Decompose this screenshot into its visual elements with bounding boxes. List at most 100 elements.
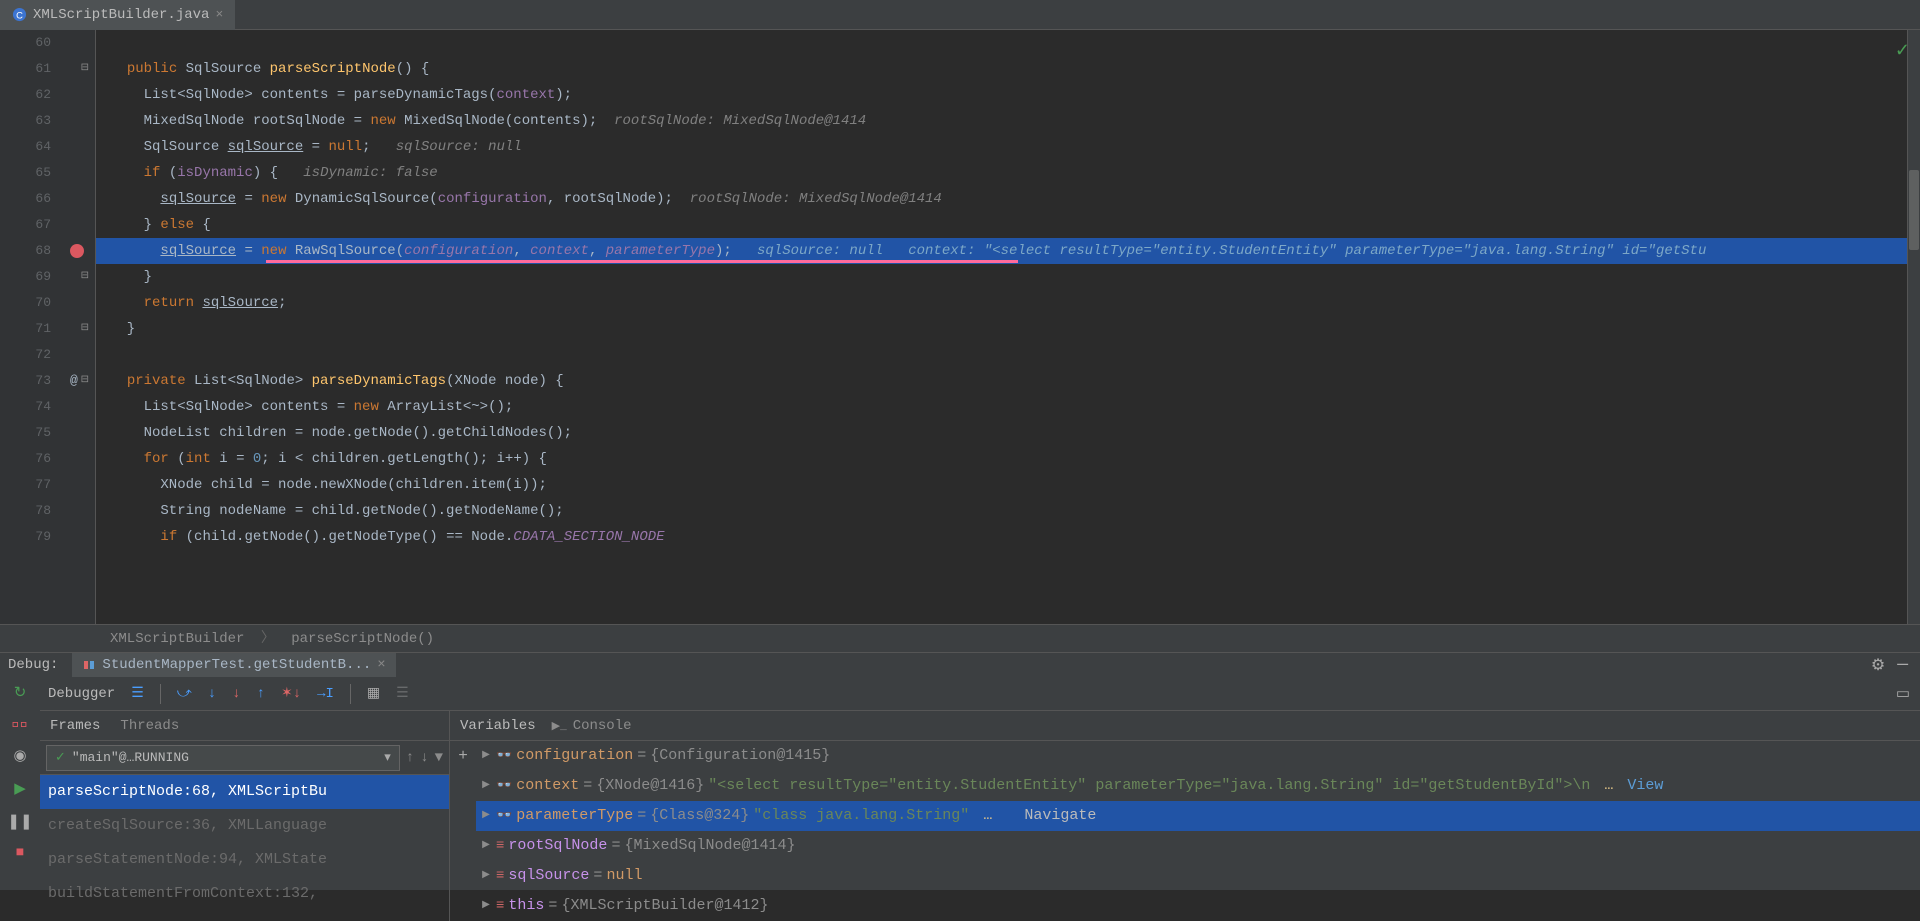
code-line[interactable]: NodeList children = node.getNode().getCh…	[96, 420, 1920, 446]
code-line[interactable]: }	[96, 264, 1920, 290]
gutter-line[interactable]: 76	[0, 446, 95, 472]
gutter-line[interactable]: 63	[0, 108, 95, 134]
code-line[interactable]: if (child.getNode().getNodeType() == Nod…	[96, 524, 1920, 550]
code-line[interactable]: sqlSource = new DynamicSqlSource(configu…	[96, 186, 1920, 212]
view-breakpoints-icon[interactable]: ◉	[13, 746, 26, 765]
code-body[interactable]: public SqlSource parseScriptNode() { Lis…	[96, 30, 1920, 624]
stack-frame[interactable]: parseStatementNode:94, XMLState	[40, 843, 449, 877]
run-to-cursor-icon[interactable]: →I	[317, 686, 334, 702]
gutter-line[interactable]: 79	[0, 524, 95, 550]
close-session-icon[interactable]: ×	[377, 657, 385, 673]
settings-icon[interactable]: ⚙	[1871, 655, 1885, 675]
gutter-line[interactable]: 71⊟	[0, 316, 95, 342]
show-exec-point-icon[interactable]: ☰	[131, 685, 144, 702]
gutter-line[interactable]: 73⊟@	[0, 368, 95, 394]
variable-row[interactable]: ▶≡ this = {XMLScriptBuilder@1412}	[476, 891, 1920, 921]
frame-list[interactable]: parseScriptNode:68, XMLScriptBucreateSql…	[40, 775, 449, 921]
file-tab[interactable]: C XMLScriptBuilder.java ×	[0, 0, 235, 30]
code-line[interactable]: SqlSource sqlSource = null; sqlSource: n…	[96, 134, 1920, 160]
code-line[interactable]: private List<SqlNode> parseDynamicTags(X…	[96, 368, 1920, 394]
code-line[interactable]: sqlSource = new RawSqlSource(configurati…	[96, 238, 1920, 264]
breadcrumb-method[interactable]: parseScriptNode()	[291, 631, 434, 647]
stack-frame[interactable]: createSqlSource:36, XMLLanguage	[40, 809, 449, 843]
gutter-line[interactable]: 65	[0, 160, 95, 186]
navigate-link[interactable]: Navigate	[1024, 801, 1096, 831]
gutter-line[interactable]: 67	[0, 212, 95, 238]
variable-row[interactable]: ▶👓 context = {XNode@1416} "<select resul…	[476, 771, 1920, 801]
variable-row[interactable]: ▶≡ rootSqlNode = {MixedSqlNode@1414}	[476, 831, 1920, 861]
code-editor[interactable]: 6061⊟6263646566676869⊟7071⊟7273⊟@7475767…	[0, 30, 1920, 624]
variable-tree[interactable]: ▶👓 configuration = {Configuration@1415}▶…	[476, 741, 1920, 921]
expand-icon[interactable]: ▶	[480, 771, 492, 801]
step-into-icon[interactable]: ↓	[208, 686, 216, 702]
drop-frame-icon[interactable]: ✶↓	[281, 685, 301, 702]
code-line[interactable]: return sqlSource;	[96, 290, 1920, 316]
prev-frame-icon[interactable]: ↑	[406, 750, 414, 766]
view-link[interactable]: View	[1627, 771, 1663, 801]
code-line[interactable]	[96, 30, 1920, 56]
gutter-line[interactable]: 74	[0, 394, 95, 420]
code-line[interactable]: public SqlSource parseScriptNode() {	[96, 56, 1920, 82]
console-tab[interactable]: ▶_ Console	[552, 718, 632, 734]
next-frame-icon[interactable]: ↓	[420, 750, 428, 766]
code-line[interactable]: List<SqlNode> contents = new ArrayList<~…	[96, 394, 1920, 420]
gutter-line[interactable]: 60	[0, 30, 95, 56]
gutter-line[interactable]: 62	[0, 82, 95, 108]
gutter-line[interactable]: 70	[0, 290, 95, 316]
breadcrumb-class[interactable]: XMLScriptBuilder	[110, 631, 244, 647]
add-watch-icon[interactable]: +	[458, 747, 468, 765]
gutter-line[interactable]: 61⊟	[0, 56, 95, 82]
fold-icon[interactable]: ⊟	[81, 264, 89, 290]
toggle-breakpoints-icon[interactable]: ⬤⃠	[12, 716, 29, 732]
gutter-line[interactable]: 75	[0, 420, 95, 446]
force-step-into-icon[interactable]: ↓	[232, 686, 240, 702]
variable-row[interactable]: ▶👓 configuration = {Configuration@1415}	[476, 741, 1920, 771]
variable-row[interactable]: ▶👓 parameterType = {Class@324} "class ja…	[476, 801, 1920, 831]
evaluate-icon[interactable]: ▦	[367, 685, 380, 702]
expand-icon[interactable]: ▶	[480, 861, 492, 891]
variable-row[interactable]: ▶≡ sqlSource = null	[476, 861, 1920, 891]
threads-tab[interactable]: Threads	[120, 718, 179, 734]
code-line[interactable]: } else {	[96, 212, 1920, 238]
pause-icon[interactable]: ❚❚	[7, 812, 32, 831]
debugger-tab[interactable]: Debugger	[48, 686, 115, 702]
scroll-thumb[interactable]	[1909, 170, 1919, 250]
thread-dropdown[interactable]: ✓ "main"@…RUNNING ▾	[46, 745, 400, 771]
code-line[interactable]: }	[96, 316, 1920, 342]
expand-icon[interactable]: ▶	[480, 831, 492, 861]
fold-icon[interactable]: ⊟	[81, 56, 89, 82]
fold-icon[interactable]: ⊟	[81, 316, 89, 342]
gutter-line[interactable]: 69⊟	[0, 264, 95, 290]
step-over-icon[interactable]: ⤻	[177, 686, 192, 702]
close-tab-icon[interactable]: ×	[215, 7, 223, 22]
gutter-line[interactable]: 68	[0, 238, 95, 264]
code-line[interactable]: List<SqlNode> contents = parseDynamicTag…	[96, 82, 1920, 108]
variables-tab[interactable]: Variables	[460, 718, 536, 734]
minimize-icon[interactable]: —	[1897, 655, 1908, 675]
fold-icon[interactable]: ⊟	[81, 368, 89, 394]
layout-icon[interactable]: ▭	[1896, 684, 1910, 703]
debug-session-tab[interactable]: StudentMapperTest.getStudentB... ×	[72, 653, 395, 677]
gutter-line[interactable]: 66	[0, 186, 95, 212]
breakpoint-icon[interactable]	[70, 244, 84, 258]
gutter-line[interactable]: 72	[0, 342, 95, 368]
stop-icon[interactable]: ■	[16, 845, 24, 861]
gutter-line[interactable]: 77	[0, 472, 95, 498]
code-line[interactable]: for (int i = 0; i < children.getLength()…	[96, 446, 1920, 472]
code-line[interactable]: XNode child = node.newXNode(children.ite…	[96, 472, 1920, 498]
code-line[interactable]: if (isDynamic) { isDynamic: false	[96, 160, 1920, 186]
expand-icon[interactable]: ▶	[480, 741, 492, 771]
more-icon[interactable]: ☰	[396, 685, 409, 702]
scrollbar[interactable]	[1907, 30, 1920, 624]
code-line[interactable]	[96, 342, 1920, 368]
stack-frame[interactable]: buildStatementFromContext:132,	[40, 877, 449, 911]
gutter-line[interactable]: 64	[0, 134, 95, 160]
frames-tab[interactable]: Frames	[50, 718, 100, 734]
code-line[interactable]: String nodeName = child.getNode().getNod…	[96, 498, 1920, 524]
expand-icon[interactable]: ▶	[480, 801, 492, 831]
breadcrumb[interactable]: XMLScriptBuilder 〉 parseScriptNode()	[0, 624, 1920, 652]
gutter-line[interactable]: 78	[0, 498, 95, 524]
filter-frames-icon[interactable]: ▼	[435, 750, 443, 766]
step-out-icon[interactable]: ↑	[257, 686, 265, 702]
code-line[interactable]: MixedSqlNode rootSqlNode = new MixedSqlN…	[96, 108, 1920, 134]
